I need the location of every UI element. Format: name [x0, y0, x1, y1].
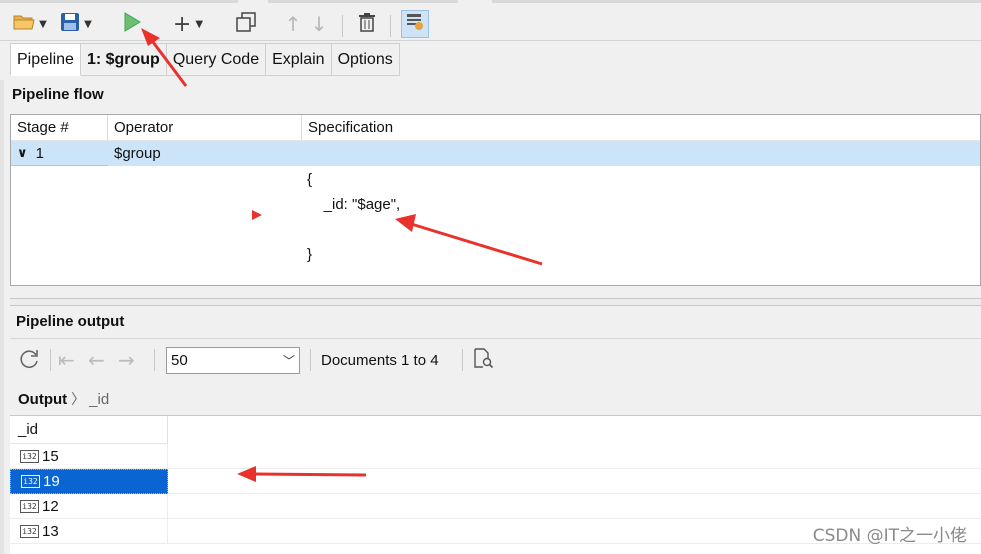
pane-splitter[interactable] [10, 298, 981, 306]
folder-open-icon [13, 12, 35, 36]
next-page-button[interactable]: → [118, 347, 140, 373]
delete-icon [358, 12, 376, 37]
watermark: CSDN @IT之一小佬 [812, 526, 967, 546]
settings-icon [406, 12, 424, 36]
refresh-button[interactable] [18, 347, 40, 373]
chevron-right-icon: 〉 [71, 391, 86, 407]
left-panel-edge [0, 80, 4, 554]
first-page-icon: ⇤ [58, 348, 75, 372]
toolbar-divider [154, 349, 155, 371]
column-header-id[interactable]: _id [10, 416, 168, 444]
breadcrumb-child[interactable]: _id [89, 391, 109, 408]
search-document-icon [472, 347, 494, 374]
page-size-select[interactable]: 50 ﹀ [166, 347, 300, 374]
run-icon [123, 11, 141, 37]
previous-page-button[interactable]: ← [88, 347, 110, 373]
tab-options[interactable]: Options [331, 43, 400, 76]
save-button[interactable]: ▼ [56, 10, 96, 38]
toolbar-divider [462, 349, 463, 371]
move-down-button[interactable]: ↓ [308, 10, 330, 38]
id-cell[interactable]: i32 15 [10, 444, 168, 469]
spec-line: _id: "$age", [307, 196, 401, 213]
page-size-value: 50 [171, 352, 188, 369]
toolbar-divider [50, 349, 51, 371]
tab-explain[interactable]: Explain [266, 43, 332, 76]
id-value: 19 [43, 473, 60, 490]
open-button[interactable]: ▼ [10, 10, 50, 38]
column-header-stage[interactable]: Stage # [11, 115, 108, 141]
int32-icon: i32 [20, 525, 39, 538]
operator-cell[interactable]: $group [114, 141, 161, 166]
specification-editor[interactable]: { _id: "$age", } [307, 167, 400, 267]
tab-query-code[interactable]: Query Code [166, 43, 267, 76]
id-value: 13 [42, 523, 59, 540]
duplicate-stage-button[interactable] [232, 10, 260, 38]
chevron-down-icon: ▼ [195, 18, 204, 30]
stage-cell[interactable]: ∨ 1 [11, 141, 108, 166]
id-value: 15 [42, 448, 59, 465]
tab-stage-group[interactable]: 1: $group [80, 43, 167, 76]
table-row[interactable]: i32 15 [10, 444, 981, 469]
pipeline-flow-table: Stage # Operator Specification ∨ 1 $grou… [10, 114, 981, 286]
chevron-down-icon: ▼ [39, 18, 47, 30]
id-cell[interactable]: i32 13 [10, 519, 168, 544]
output-toolbar: ⇤ ← → 50 ﹀ Documents 1 to 4 [10, 338, 981, 380]
id-cell[interactable]: i32 19 [10, 469, 168, 494]
window-tab-edge [0, 0, 238, 3]
column-header-operator[interactable]: Operator [108, 115, 302, 141]
documents-range-label: Documents 1 to 4 [321, 351, 439, 369]
chevron-down-icon: ▼ [84, 18, 92, 30]
int32-icon: i32 [20, 450, 39, 463]
id-cell[interactable]: i32 12 [10, 494, 168, 519]
arrow-left-icon: ← [88, 348, 105, 372]
table-row[interactable]: i32 19 [10, 469, 981, 494]
window-tab-edge [268, 0, 458, 3]
int32-icon: i32 [21, 475, 40, 488]
chevron-down-icon[interactable]: ∨ [17, 145, 28, 161]
toolbar-divider [342, 15, 343, 37]
main-toolbar: ▼ ▼ + ▼ ↑ ↓ [0, 5, 981, 41]
chevron-down-icon: ﹀ [282, 354, 295, 368]
spec-line: { [307, 171, 313, 188]
pipeline-tabs: Pipeline 1: $group Query Code Explain Op… [10, 43, 400, 76]
int32-icon: i32 [20, 500, 39, 513]
tab-pipeline[interactable]: Pipeline [10, 43, 81, 76]
toggle-settings-button[interactable] [401, 10, 429, 38]
toolbar-divider [310, 349, 311, 371]
copy-icon [236, 11, 256, 37]
first-page-button[interactable]: ⇤ [58, 347, 80, 373]
move-up-button[interactable]: ↑ [282, 10, 304, 38]
move-down-icon: ↓ [310, 12, 328, 36]
pipeline-flow-title: Pipeline flow [12, 86, 104, 103]
arrow-right-icon: → [118, 348, 135, 372]
window-tab-edge [492, 0, 981, 3]
run-button[interactable] [118, 10, 146, 38]
spec-line: } [307, 246, 313, 263]
id-value: 12 [42, 498, 59, 515]
stage-number: 1 [35, 144, 44, 162]
save-icon [60, 12, 80, 37]
delete-stage-button[interactable] [354, 10, 380, 38]
add-icon: + [172, 11, 192, 37]
add-stage-button[interactable]: + ▼ [166, 10, 210, 38]
refresh-icon [18, 347, 40, 374]
column-header-specification[interactable]: Specification [302, 115, 980, 141]
output-breadcrumb: Output 〉 _id [18, 389, 109, 409]
toolbar-divider [390, 15, 391, 37]
breadcrumb-root[interactable]: Output [18, 391, 67, 408]
find-in-results-button[interactable] [472, 347, 496, 373]
pipeline-output-title: Pipeline output [16, 313, 125, 330]
table-row[interactable]: i32 12 [10, 494, 981, 519]
move-up-icon: ↑ [284, 12, 302, 36]
spec-line [307, 217, 400, 242]
